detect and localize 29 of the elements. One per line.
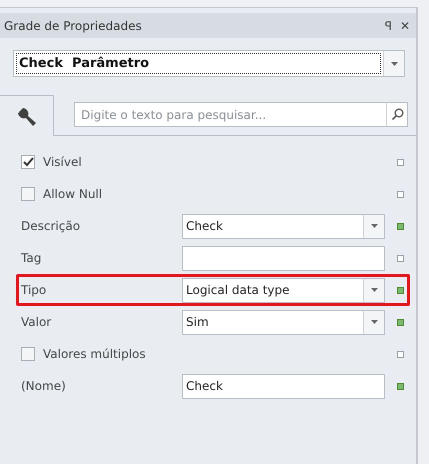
- checkbox-label: Allow Null: [43, 187, 102, 201]
- property-label: Valor: [21, 315, 52, 329]
- checkbox[interactable]: [21, 187, 35, 201]
- wrench-icon: [16, 105, 38, 127]
- property-label: Tag: [21, 251, 42, 265]
- property-label: (Nome): [21, 379, 66, 393]
- properties-tab[interactable]: [0, 95, 54, 136]
- search-button[interactable]: [386, 102, 408, 127]
- caret-icon: [370, 224, 378, 228]
- dropdown-field[interactable]: Check: [182, 214, 385, 238]
- text-field[interactable]: [182, 246, 385, 270]
- object-selector[interactable]: Check Parâmetro: [13, 50, 405, 77]
- checkbox-label: Valores múltiplos: [43, 347, 146, 361]
- dropdown-field[interactable]: Logical data type: [182, 278, 385, 302]
- close-button[interactable]: ✕: [400, 18, 410, 32]
- caret-icon: [370, 288, 378, 292]
- checkbox[interactable]: [21, 155, 35, 169]
- property-label: Tipo: [21, 283, 46, 297]
- checkbox-label: Visível: [43, 155, 82, 169]
- search-icon: [390, 108, 404, 121]
- property-label: Descrição: [21, 219, 80, 233]
- pin-button[interactable]: ꟼ: [384, 18, 392, 32]
- caret-icon: [390, 62, 398, 66]
- text-field[interactable]: Check: [182, 374, 385, 398]
- checkbox[interactable]: [21, 347, 35, 361]
- caret-icon: [370, 320, 378, 324]
- search-field[interactable]: Digite o texto para pesquisar...: [74, 102, 386, 127]
- dropdown-field[interactable]: Sim: [182, 310, 385, 334]
- panel-title: Grade de Propriedades: [4, 18, 143, 32]
